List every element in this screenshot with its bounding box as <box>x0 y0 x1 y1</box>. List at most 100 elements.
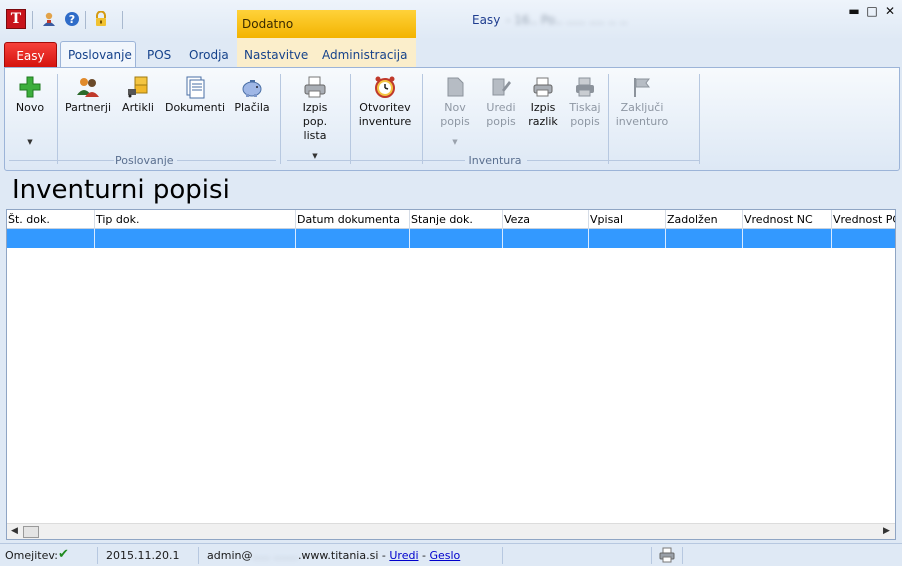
group-label-line <box>9 160 114 161</box>
column-header-st-dok[interactable]: Št. dok. <box>7 210 95 229</box>
column-header-datum-dokumenta[interactable]: Datum dokumenta <box>296 210 410 229</box>
column-header-tip-dok[interactable]: Tip dok. <box>95 210 296 229</box>
novo-label: Novo <box>15 101 45 114</box>
printer-icon <box>530 74 556 100</box>
quick-access-separator <box>32 11 33 29</box>
tab-pos[interactable]: POS <box>140 42 178 68</box>
group-label-line <box>287 160 465 161</box>
dropdown-arrow-icon[interactable]: ▼ <box>27 135 32 149</box>
version-date: 2015.11.20.1 <box>106 549 180 562</box>
documents-grid[interactable]: Št. dok. Tip dok. Datum dokumenta Stanje… <box>6 209 896 540</box>
column-header-vpisal[interactable]: Vpisal <box>589 210 666 229</box>
maximize-button[interactable]: □ <box>865 4 879 18</box>
table-row[interactable] <box>7 229 895 248</box>
uredi-popis-label-2: popis <box>486 115 516 128</box>
documents-icon <box>182 74 208 100</box>
title-bar: T ? Dodatno Easy - 16.. Po.. ..... .... … <box>0 0 902 40</box>
window-title-app: Easy <box>472 13 501 27</box>
izpis-pop-lista-label-1: Izpis <box>302 101 328 114</box>
minimize-button[interactable]: ▬ <box>847 4 861 18</box>
printer-status-icon[interactable] <box>659 547 675 566</box>
group-separator <box>422 74 423 164</box>
placila-label: Plačila <box>234 101 270 114</box>
partners-icon <box>75 74 101 100</box>
group-separator <box>57 74 58 164</box>
table-cell[interactable] <box>95 229 296 248</box>
table-cell[interactable] <box>296 229 410 248</box>
close-button[interactable]: ✕ <box>883 4 897 18</box>
user-icon[interactable] <box>40 10 58 28</box>
group-label-inventura: Inventura <box>468 154 522 167</box>
scrollbar-thumb[interactable] <box>23 526 39 538</box>
tab-administracija[interactable]: Administracija <box>315 42 414 68</box>
omejitev-label: Omejitev: <box>5 549 58 562</box>
group-label-line <box>177 160 276 161</box>
scroll-right-icon[interactable]: ▶ <box>883 526 890 536</box>
tiskaj-popis-button[interactable]: Tiskaj popis <box>565 74 605 129</box>
svg-text:?: ? <box>69 13 75 26</box>
novo-button[interactable]: Novo ▼ <box>13 74 47 149</box>
table-cell[interactable] <box>832 229 895 248</box>
column-header-zadolzen[interactable]: Zadolžen <box>666 210 743 229</box>
izpis-razlik-label-2: razlik <box>528 115 558 128</box>
zakljuci-inventuro-button[interactable]: Zaključi inventuro <box>616 74 668 129</box>
piggy-bank-icon <box>239 74 265 100</box>
status-bar: Omejitev: ✔ 2015.11.20.1 admin@..... ...… <box>0 543 902 566</box>
tiskaj-popis-label-2: popis <box>570 115 600 128</box>
statusbar-separator <box>198 547 199 564</box>
tab-poslovanje[interactable]: Poslovanje <box>60 41 136 69</box>
nov-popis-button[interactable]: Nov popis ▼ <box>436 74 474 149</box>
user-masked: ..... ....... <box>252 549 298 562</box>
horizontal-scrollbar[interactable]: ◀ ▶ <box>7 523 895 539</box>
new-document-icon <box>442 74 468 100</box>
finish-flag-icon <box>629 74 655 100</box>
column-header-vrednost-pc[interactable]: Vrednost PC <box>832 210 895 229</box>
izpis-razlik-button[interactable]: Izpis razlik <box>525 74 561 129</box>
tab-easy[interactable]: Easy <box>4 42 57 68</box>
table-cell[interactable] <box>503 229 589 248</box>
app-logo-icon[interactable]: T <box>6 9 26 29</box>
group-separator <box>350 74 351 164</box>
table-cell[interactable] <box>666 229 743 248</box>
zakljuci-label-1: Zaključi <box>620 101 664 114</box>
table-cell[interactable] <box>589 229 666 248</box>
scroll-left-icon[interactable]: ◀ <box>11 526 18 536</box>
partnerji-button[interactable]: Partnerji <box>65 74 111 115</box>
boxes-icon <box>125 74 151 100</box>
placila-button[interactable]: Plačila <box>232 74 272 115</box>
tab-nastavitve[interactable]: Nastavitve <box>237 42 315 68</box>
geslo-link[interactable]: Geslo <box>429 549 460 562</box>
help-icon[interactable]: ? <box>63 10 81 28</box>
link-separator: - <box>418 549 430 562</box>
dropdown-arrow-icon[interactable]: ▼ <box>452 135 457 149</box>
column-header-veza[interactable]: Veza <box>503 210 589 229</box>
nov-popis-label-1: Nov <box>444 101 466 114</box>
table-cell[interactable] <box>743 229 832 248</box>
window-title: Easy - 16.. Po.. ..... .... .. .. <box>472 13 627 27</box>
uredi-link[interactable]: Uredi <box>389 549 418 562</box>
artikli-label: Artikli <box>122 101 154 114</box>
otvoritev-inventure-button[interactable]: Otvoritev inventure <box>357 74 413 129</box>
column-header-stanje-dok[interactable]: Stanje dok. <box>410 210 503 229</box>
printer-icon <box>572 74 598 100</box>
table-cell[interactable] <box>7 229 95 248</box>
statusbar-separator <box>682 547 683 564</box>
column-header-vrednost-nc[interactable]: Vrednost NC <box>743 210 832 229</box>
tab-orodja[interactable]: Orodja <box>182 42 236 68</box>
statusbar-separator <box>502 547 503 564</box>
artikli-button[interactable]: Artikli <box>119 74 157 115</box>
printer-icon <box>302 74 328 100</box>
table-cell[interactable] <box>410 229 503 248</box>
izpis-pop-lista-button[interactable]: Izpis pop. lista ▼ <box>290 74 340 163</box>
lock-icon[interactable] <box>92 10 110 28</box>
otvoritev-label-2: inventure <box>358 115 412 128</box>
uredi-popis-label-1: Uredi <box>486 101 516 114</box>
uredi-popis-button[interactable]: Uredi popis <box>481 74 521 129</box>
ribbon-tabs: Easy Poslovanje POS Orodja Nastavitve Ad… <box>0 38 902 69</box>
statusbar-separator <box>97 547 98 564</box>
dokumenti-label: Dokumenti <box>164 101 226 114</box>
group-separator <box>608 74 609 164</box>
user-domain: .www.titania.si - <box>297 549 390 562</box>
user-info: admin@..... ........www.titania.si - Ure… <box>207 549 460 562</box>
dokumenti-button[interactable]: Dokumenti <box>165 74 225 115</box>
